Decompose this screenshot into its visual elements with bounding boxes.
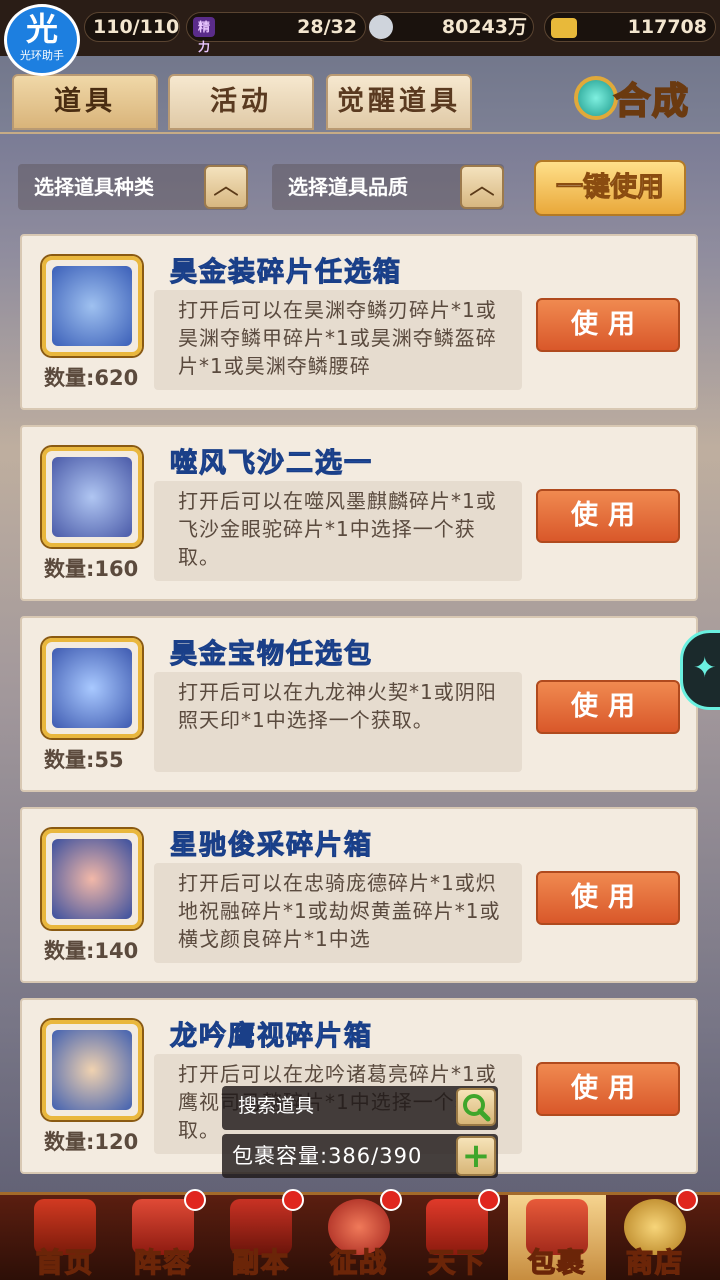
item-count: 数量:160 (44, 557, 139, 581)
gold-value: 117708 (627, 16, 707, 38)
tab-items[interactable]: 道具 (12, 74, 158, 130)
item-description: 打开后可以在昊渊夺鳞刃碎片*1或昊渊夺鳞甲碎片*1或昊渊夺鳞盔碎片*1或昊渊夺鳞… (154, 290, 522, 390)
nav-world[interactable]: 天下 (408, 1189, 506, 1280)
item-card: 数量:160 噬风飞沙二选一 打开后可以在噬风墨麒麟碎片*1或飞沙金眼驼碎片*1… (20, 425, 698, 601)
bag-capacity-bar: 包裹容量:386/390 + (222, 1134, 498, 1178)
compose-label: 合成 (613, 80, 691, 123)
nav-bag-label: 包裹 (527, 1247, 586, 1280)
item-quality-filter-label: 选择道具品质 (288, 175, 408, 199)
item-count: 数量:120 (44, 1130, 139, 1154)
chevron-up-icon[interactable]: ︿ (204, 165, 248, 209)
item-type-filter[interactable]: 选择道具种类 ︿ (18, 164, 248, 210)
item-chest-icon (42, 256, 142, 356)
gold-ingot-icon (551, 18, 577, 38)
use-button[interactable]: 使用 (536, 1062, 680, 1116)
search-items-label: 搜索道具 (238, 1095, 315, 1117)
item-type-filter-label: 选择道具种类 (34, 175, 154, 199)
search-items-bar[interactable]: 搜索道具 (222, 1086, 498, 1130)
stamina-counter: 110/110 (84, 12, 180, 42)
notification-dot (282, 1189, 304, 1211)
bottom-nav: 首页 阵容 副本 征战 天下 包裹 商店 (0, 1189, 720, 1280)
nav-bag[interactable]: 包裹 (508, 1195, 606, 1280)
nav-world-label: 天下 (427, 1247, 486, 1280)
tab-activity[interactable]: 活动 (168, 74, 314, 130)
nav-shop-label: 商店 (625, 1247, 684, 1280)
nav-dungeon[interactable]: 副本 (212, 1189, 310, 1280)
silver-value: 80243万 (441, 16, 527, 38)
silver-counter: 80243万 (369, 12, 534, 42)
item-title: 昊金装碎片任选箱 (170, 257, 402, 289)
use-button[interactable]: 使用 (536, 680, 680, 734)
compose-button[interactable]: 合成 (574, 70, 708, 128)
status-bar: 110/110 精力 28/32 80243万 117708 (0, 0, 720, 56)
notification-dot (676, 1189, 698, 1211)
nav-campaign[interactable]: 征战 (310, 1189, 408, 1280)
item-description: 打开后可以在九龙神火契*1或阴阳照天印*1中选择一个获取。 (154, 672, 522, 772)
use-button[interactable]: 使用 (536, 871, 680, 925)
nav-lineup[interactable]: 阵容 (114, 1189, 212, 1280)
tab-awaken-items[interactable]: 觉醒道具 (326, 74, 472, 130)
nav-dungeon-label: 副本 (231, 1247, 290, 1280)
item-card: 数量:55 昊金宝物任选包 打开后可以在九龙神火契*1或阴阳照天印*1中选择一个… (20, 616, 698, 792)
item-count: 数量:140 (44, 939, 139, 963)
helper-float-icon: ✦ (693, 651, 717, 684)
notification-dot (184, 1189, 206, 1211)
helper-logo-glyph: 光 (25, 10, 58, 48)
item-chest-icon (42, 638, 142, 738)
gold-counter: 117708 (544, 12, 716, 42)
search-icon[interactable] (456, 1088, 496, 1126)
nav-campaign-label: 征战 (329, 1247, 388, 1280)
item-chest-icon (42, 447, 142, 547)
expand-capacity-plus-icon[interactable]: + (456, 1136, 496, 1176)
item-title: 昊金宝物任选包 (170, 639, 373, 671)
item-description: 打开后可以在噬风墨麒麟碎片*1或飞沙金眼驼碎片*1中选择一个获取。 (154, 481, 522, 581)
item-title: 龙吟鹰视碎片箱 (170, 1021, 373, 1053)
item-description: 打开后可以在忠骑庞德碎片*1或炽地祝融碎片*1或劫烬黄盖碎片*1或横戈颜良碎片*… (154, 863, 522, 963)
notification-dot (380, 1189, 402, 1211)
bag-capacity-label: 包裹容量:386/390 (232, 1144, 423, 1168)
notification-dot (478, 1189, 500, 1211)
item-title: 星驰俊采碎片箱 (170, 830, 373, 862)
helper-logo-text: 光环助手 (20, 49, 64, 62)
silver-coin-icon (369, 15, 393, 39)
one-key-use-button[interactable]: 一键使用 (534, 160, 686, 216)
item-chest-icon (42, 1020, 142, 1120)
nav-lineup-label: 阵容 (133, 1247, 192, 1280)
helper-logo[interactable]: 光 光环助手 (4, 4, 80, 76)
stamina-value: 110/110 (93, 16, 180, 38)
nav-shop[interactable]: 商店 (606, 1189, 704, 1280)
compose-gem-icon (574, 76, 618, 120)
item-card: 数量:140 星驰俊采碎片箱 打开后可以在忠骑庞德碎片*1或炽地祝融碎片*1或劫… (20, 807, 698, 983)
item-count: 数量:620 (44, 366, 139, 390)
nav-home[interactable]: 首页 (16, 1195, 114, 1280)
chevron-up-icon[interactable]: ︿ (460, 165, 504, 209)
item-title: 噬风飞沙二选一 (170, 448, 373, 480)
item-count: 数量:55 (44, 748, 124, 772)
use-button[interactable]: 使用 (536, 489, 680, 543)
floating-helper-button[interactable]: ✦ (680, 630, 720, 710)
use-button[interactable]: 使用 (536, 298, 680, 352)
energy-icon: 精力 (193, 17, 215, 54)
energy-counter: 精力 28/32 (186, 12, 366, 54)
item-quality-filter[interactable]: 选择道具品质 ︿ (272, 164, 504, 210)
item-card: 数量:620 昊金装碎片任选箱 打开后可以在昊渊夺鳞刃碎片*1或昊渊夺鳞甲碎片*… (20, 234, 698, 410)
nav-home-label: 首页 (35, 1247, 94, 1280)
item-chest-icon (42, 829, 142, 929)
energy-value: 28/32 (297, 16, 357, 38)
